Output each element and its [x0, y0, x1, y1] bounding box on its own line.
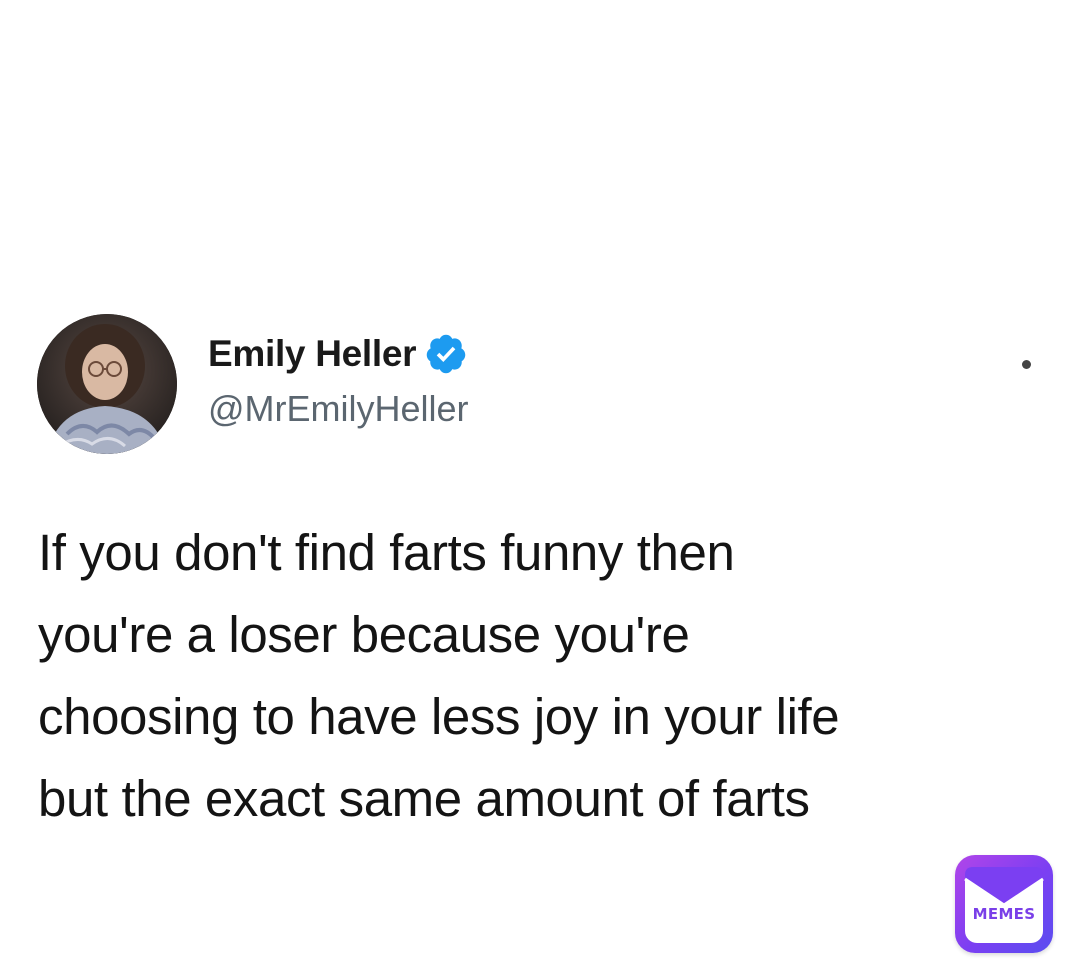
name-row: Emily Heller — [208, 330, 468, 378]
tweet-card: Emily Heller @MrEmilyHeller If you don't… — [0, 0, 1080, 979]
memes-label: MEMES — [972, 905, 1036, 923]
tweet-text: If you don't find farts funny then you'r… — [38, 524, 840, 827]
verified-badge-icon — [424, 332, 468, 376]
envelope-icon — [964, 867, 1044, 943]
user-handle[interactable]: @MrEmilyHeller — [208, 388, 469, 430]
memes-watermark: MEMES — [955, 855, 1053, 953]
display-name[interactable]: Emily Heller — [208, 333, 417, 375]
profile-photo-icon — [37, 314, 177, 454]
more-options-icon[interactable] — [1022, 360, 1031, 369]
avatar[interactable] — [37, 314, 177, 454]
